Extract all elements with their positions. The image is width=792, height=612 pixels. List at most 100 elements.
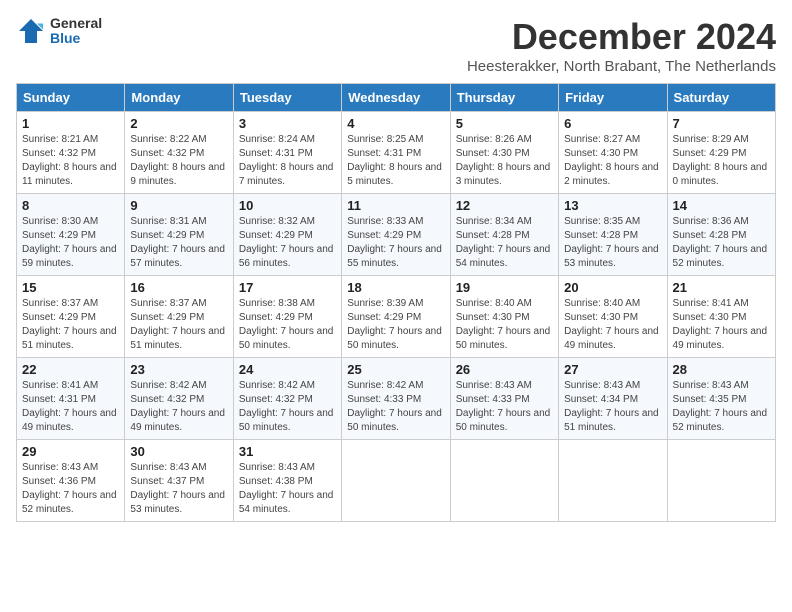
day-cell: 3 Sunrise: 8:24 AM Sunset: 4:31 PM Daylig… [233,112,341,194]
day-cell: 26Sunrise: 8:43 AM Sunset: 4:33 PM Dayli… [450,358,558,440]
day-cell: 16Sunrise: 8:37 AM Sunset: 4:29 PM Dayli… [125,276,233,358]
weekday-header-row: SundayMondayTuesdayWednesdayThursdayFrid… [17,84,776,112]
day-info: Sunrise: 8:22 AM Sunset: 4:32 PM Dayligh… [130,133,227,189]
day-cell: 6Sunrise: 8:27 AM Sunset: 4:30 PM Daylig… [559,112,667,194]
day-cell: 31 Sunrise: 8:43 AM Sunset: 4:38 PM Dayli… [233,440,341,522]
day-number: 28 [673,362,770,377]
day-cell: 22 Sunrise: 8:41 AM Sunset: 4:31 PM Dayli… [17,358,125,440]
day-cell: 14 Sunrise: 8:36 AM Sunset: 4:28 PM Dayli… [667,194,775,276]
location-subtitle: Heesterakker, North Brabant, The Netherl… [467,58,776,75]
day-info: Sunrise: 8:24 AM Sunset: 4:31 PM Dayligh… [239,133,336,189]
day-info: Sunrise: 8:37 AM Sunset: 4:29 PM Dayligh… [22,297,119,353]
day-number: 14 [673,198,770,213]
day-cell: 10 Sunrise: 8:32 AM Sunset: 4:29 PM Dayli… [233,194,341,276]
day-number: 5 [456,116,553,131]
day-info: Sunrise: 8:40 AM Sunset: 4:30 PM Dayligh… [564,297,661,353]
header: General Blue December 2024 Heesterakker,… [16,16,776,75]
day-info: Sunrise: 8:34 AM Sunset: 4:28 PM Dayligh… [456,215,553,271]
day-number: 17 [239,280,336,295]
day-number: 20 [564,280,661,295]
month-title: December 2024 [467,16,776,58]
day-info: Sunrise: 8:43 AM Sunset: 4:38 PM Dayligh… [239,461,336,517]
weekday-header-saturday: Saturday [667,84,775,112]
day-info: Sunrise: 8:29 AM Sunset: 4:29 PM Dayligh… [673,133,770,189]
day-info: Sunrise: 8:43 AM Sunset: 4:36 PM Dayligh… [22,461,119,517]
day-info: Sunrise: 8:26 AM Sunset: 4:30 PM Dayligh… [456,133,553,189]
title-area: December 2024 Heesterakker, North Braban… [467,16,776,75]
day-number: 29 [22,444,119,459]
logo: General Blue [16,16,102,47]
weekday-header-wednesday: Wednesday [342,84,450,112]
day-cell: 15 Sunrise: 8:37 AM Sunset: 4:29 PM Dayli… [17,276,125,358]
day-info: Sunrise: 8:41 AM Sunset: 4:31 PM Dayligh… [22,379,119,435]
day-info: Sunrise: 8:38 AM Sunset: 4:29 PM Dayligh… [239,297,336,353]
day-number: 11 [347,198,444,213]
day-cell: 11 Sunrise: 8:33 AM Sunset: 4:29 PM Dayli… [342,194,450,276]
day-number: 3 [239,116,336,131]
day-number: 8 [22,198,119,213]
day-number: 10 [239,198,336,213]
logo-general: General [50,16,102,31]
day-cell: 21Sunrise: 8:41 AM Sunset: 4:30 PM Dayli… [667,276,775,358]
day-number: 18 [347,280,444,295]
day-info: Sunrise: 8:30 AM Sunset: 4:29 PM Dayligh… [22,215,119,271]
weekday-header-tuesday: Tuesday [233,84,341,112]
day-number: 15 [22,280,119,295]
day-number: 22 [22,362,119,377]
day-cell: 30 Sunrise: 8:43 AM Sunset: 4:37 PM Dayli… [125,440,233,522]
week-row-4: 22 Sunrise: 8:41 AM Sunset: 4:31 PM Dayli… [17,358,776,440]
day-cell: 24 Sunrise: 8:42 AM Sunset: 4:32 PM Dayli… [233,358,341,440]
day-number: 24 [239,362,336,377]
day-info: Sunrise: 8:43 AM Sunset: 4:34 PM Dayligh… [564,379,661,435]
day-cell: 27Sunrise: 8:43 AM Sunset: 4:34 PM Dayli… [559,358,667,440]
day-info: Sunrise: 8:31 AM Sunset: 4:29 PM Dayligh… [130,215,227,271]
weekday-header-friday: Friday [559,84,667,112]
day-number: 1 [22,116,119,131]
day-number: 7 [673,116,770,131]
logo-text: General Blue [50,16,102,47]
day-cell [342,440,450,522]
day-info: Sunrise: 8:42 AM Sunset: 4:32 PM Dayligh… [239,379,336,435]
day-number: 2 [130,116,227,131]
day-cell [559,440,667,522]
day-info: Sunrise: 8:33 AM Sunset: 4:29 PM Dayligh… [347,215,444,271]
day-info: Sunrise: 8:42 AM Sunset: 4:32 PM Dayligh… [130,379,227,435]
day-cell: 4Sunrise: 8:25 AM Sunset: 4:31 PM Daylig… [342,112,450,194]
day-info: Sunrise: 8:43 AM Sunset: 4:37 PM Dayligh… [130,461,227,517]
day-cell: 1Sunrise: 8:21 AM Sunset: 4:32 PM Daylig… [17,112,125,194]
day-number: 30 [130,444,227,459]
day-cell: 29 Sunrise: 8:43 AM Sunset: 4:36 PM Dayli… [17,440,125,522]
day-number: 6 [564,116,661,131]
day-info: Sunrise: 8:36 AM Sunset: 4:28 PM Dayligh… [673,215,770,271]
day-cell: 17 Sunrise: 8:38 AM Sunset: 4:29 PM Dayli… [233,276,341,358]
weekday-header-sunday: Sunday [17,84,125,112]
day-number: 21 [673,280,770,295]
day-cell [667,440,775,522]
day-info: Sunrise: 8:40 AM Sunset: 4:30 PM Dayligh… [456,297,553,353]
day-cell: 9 Sunrise: 8:31 AM Sunset: 4:29 PM Daylig… [125,194,233,276]
logo-icon [16,16,46,46]
day-number: 23 [130,362,227,377]
day-info: Sunrise: 8:35 AM Sunset: 4:28 PM Dayligh… [564,215,661,271]
day-number: 12 [456,198,553,213]
day-cell: 25Sunrise: 8:42 AM Sunset: 4:33 PM Dayli… [342,358,450,440]
day-number: 31 [239,444,336,459]
day-info: Sunrise: 8:43 AM Sunset: 4:35 PM Dayligh… [673,379,770,435]
week-row-5: 29 Sunrise: 8:43 AM Sunset: 4:36 PM Dayli… [17,440,776,522]
day-info: Sunrise: 8:32 AM Sunset: 4:29 PM Dayligh… [239,215,336,271]
day-cell: 8 Sunrise: 8:30 AM Sunset: 4:29 PM Daylig… [17,194,125,276]
week-row-1: 1Sunrise: 8:21 AM Sunset: 4:32 PM Daylig… [17,112,776,194]
week-row-2: 8 Sunrise: 8:30 AM Sunset: 4:29 PM Daylig… [17,194,776,276]
day-cell: 23 Sunrise: 8:42 AM Sunset: 4:32 PM Dayli… [125,358,233,440]
day-info: Sunrise: 8:25 AM Sunset: 4:31 PM Dayligh… [347,133,444,189]
calendar: SundayMondayTuesdayWednesdayThursdayFrid… [16,83,776,522]
day-cell [450,440,558,522]
day-number: 9 [130,198,227,213]
day-cell: 18Sunrise: 8:39 AM Sunset: 4:29 PM Dayli… [342,276,450,358]
day-cell: 12 Sunrise: 8:34 AM Sunset: 4:28 PM Dayli… [450,194,558,276]
day-cell: 2 Sunrise: 8:22 AM Sunset: 4:32 PM Daylig… [125,112,233,194]
day-cell: 28 Sunrise: 8:43 AM Sunset: 4:35 PM Dayli… [667,358,775,440]
day-number: 25 [347,362,444,377]
weekday-header-monday: Monday [125,84,233,112]
day-cell: 7 Sunrise: 8:29 AM Sunset: 4:29 PM Daylig… [667,112,775,194]
